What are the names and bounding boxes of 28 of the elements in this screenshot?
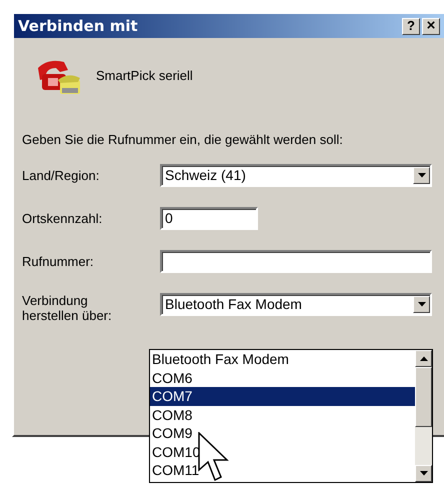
input-field[interactable]: 0 [160,206,258,230]
down-arrow-icon [418,172,426,178]
dropdown-option[interactable]: COM9 [150,424,415,442]
dropdown-option[interactable]: COM7 [150,387,415,406]
instruction-text: Geben Sie die Rufnummer ein, die gewählt werden soll: [22,131,344,149]
close-button[interactable]: × [422,18,440,34]
dropdown-option[interactable]: COM6 [150,368,415,387]
scroll-down-button[interactable] [415,465,432,482]
scrollbar[interactable] [415,350,432,482]
dropdown-field[interactable]: Bluetooth Fax Modem [160,292,432,316]
down-arrow-icon [418,302,426,306]
help-button[interactable]: ? [402,18,420,34]
scroll-up-button[interactable] [415,350,432,367]
dropdown-field[interactable]: Schweiz (41) [160,164,432,186]
connection-name: SmartPick seriell [96,67,193,86]
field-label: Verbindung herstellen über: [22,292,113,322]
down-arrow-icon [420,471,428,476]
dropdown-option[interactable]: COM11 [150,461,415,480]
window-title: Verbinden mit [18,16,139,37]
field-label: Rufnummer: [22,254,95,268]
field-label: Ortskennzahl: [22,210,104,226]
input-field[interactable] [160,250,432,272]
field-label: Land/Region: [22,168,100,182]
dropdown-option[interactable]: COM10 [150,442,415,461]
dropdown-option[interactable]: Bluetooth Fax Modem [150,350,415,368]
up-arrow-icon [420,356,428,361]
dropdown-option[interactable]: COM8 [150,406,415,424]
scrollbar-thumb[interactable] [415,367,432,427]
